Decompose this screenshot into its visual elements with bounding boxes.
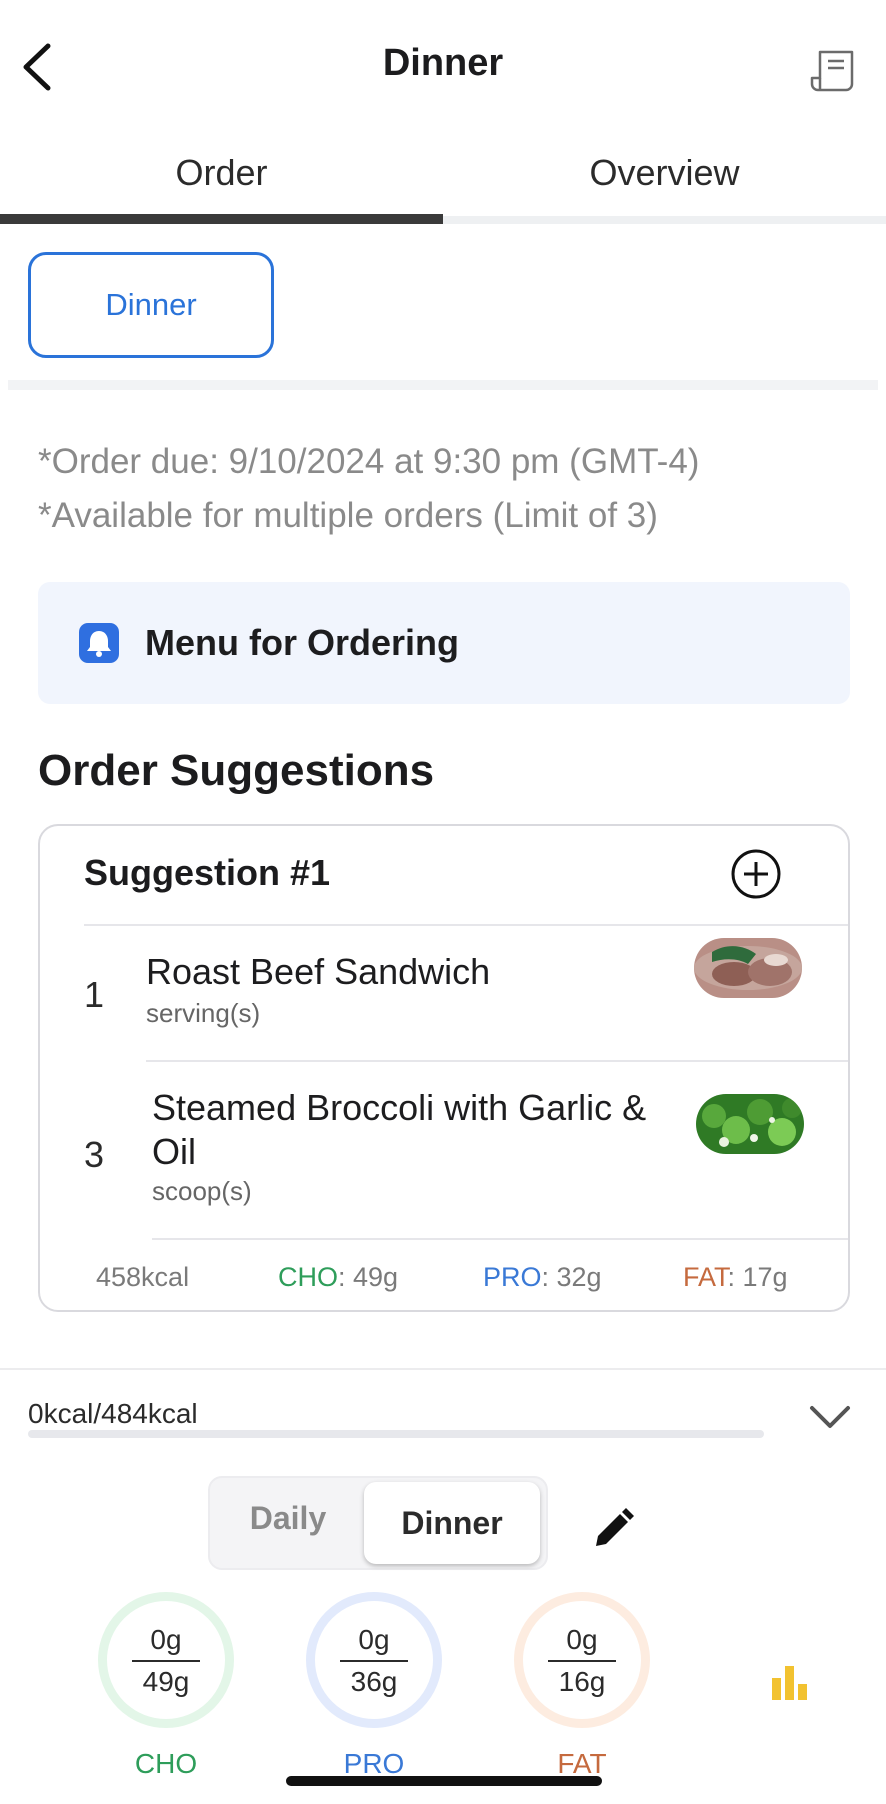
tab-order[interactable]: Order	[0, 152, 443, 194]
item-name: Roast Beef Sandwich	[146, 951, 491, 992]
divider	[152, 1238, 848, 1240]
fat-fraction-line	[548, 1660, 616, 1662]
kcal-summary: 0kcal/484kcal	[28, 1398, 198, 1429]
banner-text: Menu for Ordering	[145, 622, 459, 663]
item-quantity: 3	[84, 1134, 105, 1175]
active-tab-indicator	[0, 214, 443, 224]
tab-overview[interactable]: Overview	[443, 152, 886, 194]
fat-current: 0g	[566, 1624, 598, 1655]
bar-chart-icon[interactable]	[770, 1664, 810, 1700]
total-cho: CHO: 49g	[278, 1262, 399, 1292]
food-image	[696, 1094, 804, 1154]
page-title: Dinner	[382, 42, 504, 84]
item-quantity: 1	[84, 974, 105, 1015]
divider	[84, 924, 848, 926]
fat-target: 16g	[558, 1666, 606, 1697]
tab-track	[443, 216, 886, 224]
total-kcal: 458kcal	[96, 1262, 190, 1292]
pencil-icon[interactable]	[590, 1506, 636, 1552]
home-indicator	[286, 1776, 602, 1786]
order-due-text: *Order due: 9/10/2024 at 9:30 pm (GMT-4)	[38, 442, 700, 481]
item-unit: scoop(s)	[152, 1176, 252, 1206]
meal-chip-dinner[interactable]: Dinner	[28, 252, 274, 358]
chevron-down-icon[interactable]	[808, 1402, 852, 1432]
bell-icon	[79, 623, 119, 663]
multiple-orders-text: *Available for multiple orders (Limit of…	[38, 496, 658, 535]
receipt-icon[interactable]	[808, 46, 858, 96]
section-divider	[8, 380, 878, 390]
cho-target: 49g	[142, 1666, 190, 1697]
pro-fraction-line	[340, 1660, 408, 1662]
item-unit: serving(s)	[146, 998, 261, 1028]
cho-label: CHO	[134, 1748, 198, 1779]
pro-current: 0g	[358, 1624, 390, 1655]
pro-target: 36g	[350, 1666, 398, 1697]
total-fat: FAT: 17g	[683, 1262, 788, 1292]
food-image	[694, 938, 802, 998]
segment-dinner[interactable]: Dinner	[364, 1482, 540, 1564]
divider	[146, 1060, 848, 1062]
section-title: Order Suggestions	[38, 746, 435, 795]
suggestion-title: Suggestion #1	[84, 852, 331, 893]
add-circle-icon[interactable]	[730, 848, 782, 900]
total-pro: PRO: 32g	[483, 1262, 602, 1292]
cho-fraction-line	[132, 1660, 200, 1662]
item-name: Steamed Broccoli with Garlic & Oil	[152, 1087, 647, 1172]
cho-current: 0g	[150, 1624, 182, 1655]
panel-divider	[0, 1368, 886, 1370]
kcal-progress-bar	[28, 1430, 764, 1438]
segment-daily[interactable]: Daily	[210, 1500, 366, 1537]
